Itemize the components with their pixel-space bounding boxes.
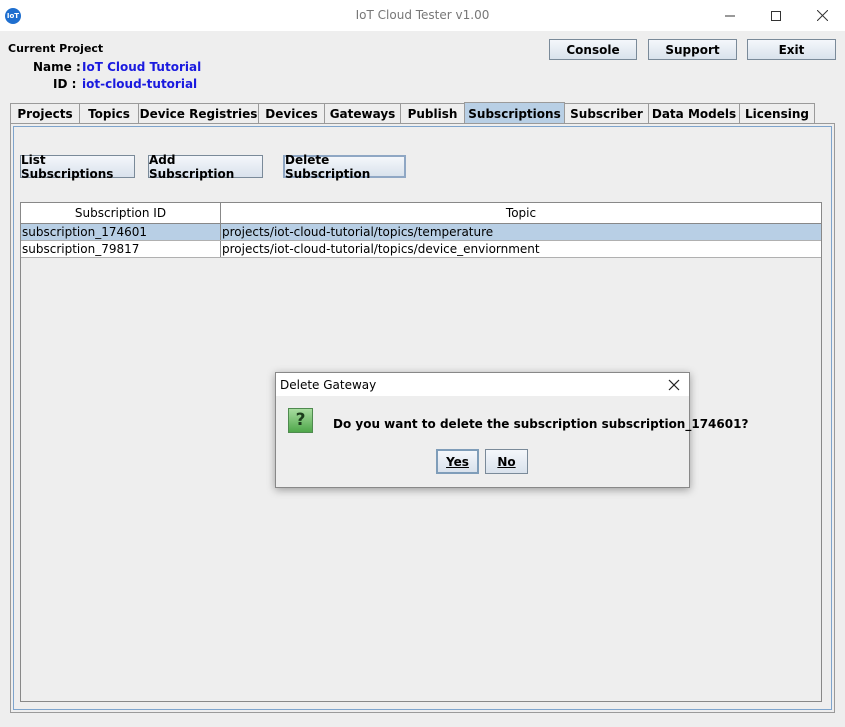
delete-confirm-dialog: Delete Gateway ? Do you want to delete t… xyxy=(275,372,748,488)
dialog-close-icon[interactable] xyxy=(667,378,681,392)
no-button[interactable]: No xyxy=(485,449,528,474)
tab-publish[interactable]: Publish xyxy=(400,103,465,124)
subscription-id-cell: subscription_174601 xyxy=(21,224,221,240)
table-header: Subscription ID Topic xyxy=(21,203,821,224)
exit-button[interactable]: Exit xyxy=(747,39,836,60)
table-row[interactable]: subscription_174601 projects/iot-cloud-t… xyxy=(21,224,821,241)
tab-subscriber[interactable]: Subscriber xyxy=(564,103,649,124)
current-project-heading: Current Project xyxy=(8,42,104,55)
question-icon: ? xyxy=(288,408,313,433)
tab-device-registries[interactable]: Device Registries xyxy=(138,103,259,124)
dialog-titlebar: Delete Gateway xyxy=(276,373,689,396)
subscription-id-cell: subscription_79817 xyxy=(21,241,221,257)
topic-cell: projects/iot-cloud-tutorial/topics/tempe… xyxy=(222,225,494,239)
maximize-icon xyxy=(771,10,781,21)
project-name-value: IoT Cloud Tutorial xyxy=(82,60,202,74)
yes-button[interactable]: Yes xyxy=(436,449,479,474)
tab-data-models[interactable]: Data Models xyxy=(648,103,740,124)
tab-subscriptions[interactable]: Subscriptions xyxy=(464,102,565,124)
list-subscriptions-button[interactable]: List Subscriptions xyxy=(20,153,135,181)
project-id-value: iot-cloud-tutorial xyxy=(82,77,198,91)
tab-devices[interactable]: Devices xyxy=(258,103,325,124)
window-titlebar: IoT IoT Cloud Tester v1.00 xyxy=(0,0,845,31)
add-subscription-button[interactable]: Add Subscription xyxy=(148,153,263,181)
minimize-button[interactable] xyxy=(707,0,753,31)
minimize-icon xyxy=(725,15,735,16)
dialog-title: Delete Gateway xyxy=(280,378,377,392)
support-button[interactable]: Support xyxy=(648,39,737,60)
maximize-button[interactable] xyxy=(753,0,799,31)
tab-gateways[interactable]: Gateways xyxy=(324,103,401,124)
column-header-subscription-id[interactable]: Subscription ID xyxy=(21,203,221,223)
console-button[interactable]: Console xyxy=(549,39,637,60)
close-window-button[interactable] xyxy=(799,0,845,31)
column-header-topic[interactable]: Topic xyxy=(221,203,821,223)
delete-subscription-button[interactable]: Delete Subscription xyxy=(283,153,406,181)
project-id-label: ID : xyxy=(53,77,77,91)
tab-licensing[interactable]: Licensing xyxy=(739,103,815,124)
topic-cell: projects/iot-cloud-tutorial/topics/devic… xyxy=(222,242,540,256)
tab-projects[interactable]: Projects xyxy=(10,103,80,124)
project-name-label: Name : xyxy=(33,60,81,74)
tab-topics[interactable]: Topics xyxy=(79,103,139,124)
dialog-message: Do you want to delete the subscription s… xyxy=(333,417,749,431)
table-row[interactable]: subscription_79817 projects/iot-cloud-tu… xyxy=(21,241,821,258)
close-icon xyxy=(816,10,828,21)
